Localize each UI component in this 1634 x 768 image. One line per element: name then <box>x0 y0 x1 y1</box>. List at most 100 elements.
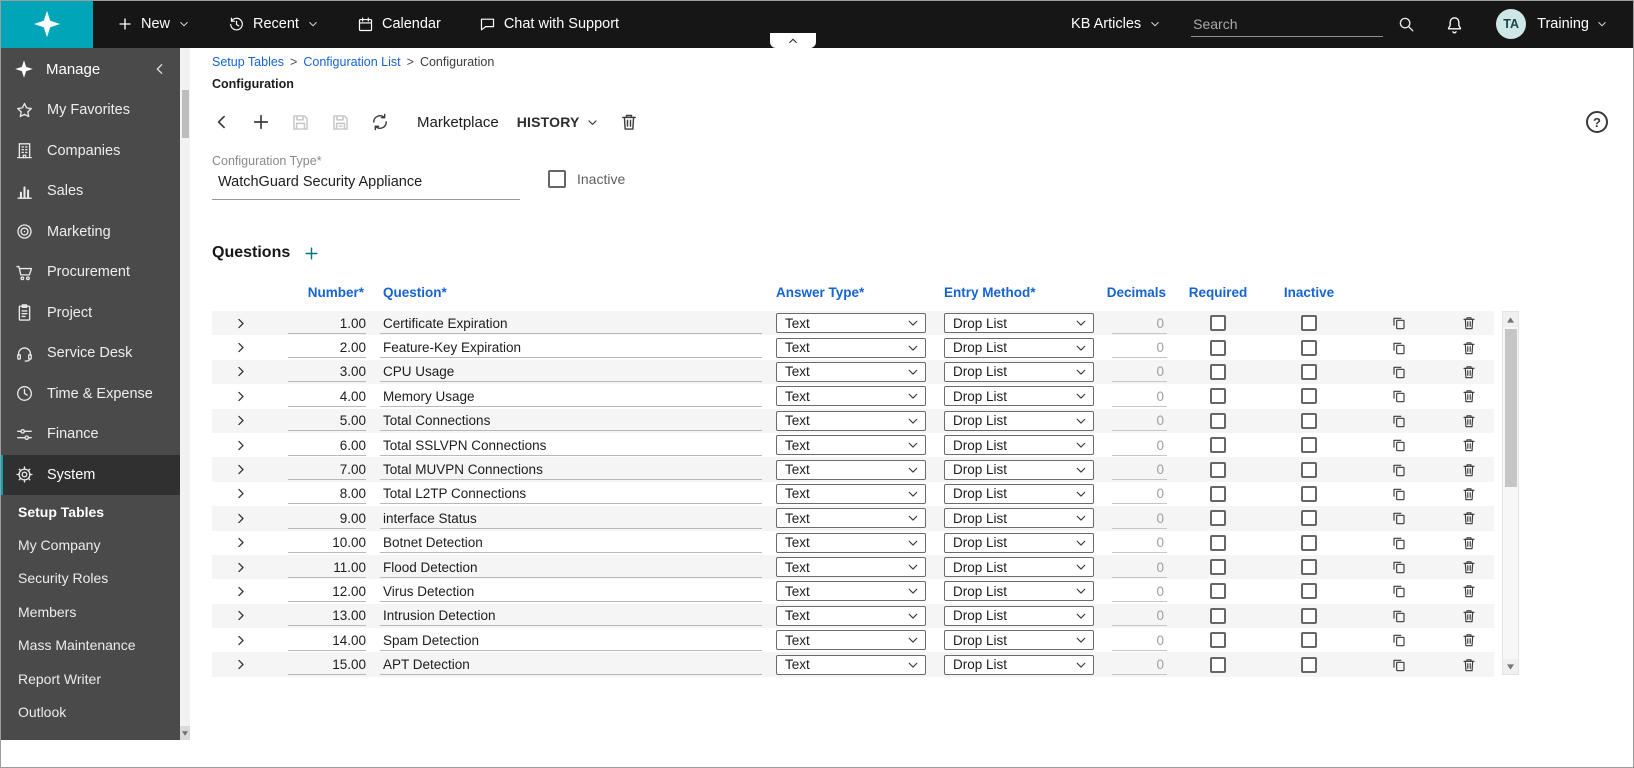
required-checkbox[interactable] <box>1210 437 1226 453</box>
answer-type-select[interactable]: Text <box>776 460 926 480</box>
question-field[interactable]: Total MUVPN Connections <box>380 459 762 480</box>
row-expand-button[interactable] <box>233 486 248 501</box>
entry-method-select[interactable]: Drop List <box>944 557 1094 577</box>
entry-method-select[interactable]: Drop List <box>944 386 1094 406</box>
number-field[interactable]: 9.00 <box>288 508 366 529</box>
sidebar-scroll-down-icon[interactable] <box>180 726 190 740</box>
decimals-field[interactable]: 0 <box>1112 483 1167 504</box>
decimals-field[interactable]: 0 <box>1112 508 1167 529</box>
delete-row-icon[interactable] <box>1461 608 1477 624</box>
answer-type-select[interactable]: Text <box>776 533 926 553</box>
add-question-button[interactable] <box>303 245 320 262</box>
row-inactive-checkbox[interactable] <box>1301 364 1317 380</box>
question-field[interactable]: Flood Detection <box>380 557 762 578</box>
decimals-field[interactable]: 0 <box>1112 605 1167 626</box>
number-field[interactable]: 3.00 <box>288 361 366 382</box>
sidebar-item-my-favorites[interactable]: My Favorites <box>0 90 180 131</box>
row-expand-button[interactable] <box>233 438 248 453</box>
app-logo[interactable] <box>0 0 93 48</box>
question-field[interactable]: Spam Detection <box>380 630 762 651</box>
delete-row-icon[interactable] <box>1461 632 1477 648</box>
required-checkbox[interactable] <box>1210 535 1226 551</box>
copy-icon[interactable] <box>1391 340 1407 356</box>
required-checkbox[interactable] <box>1210 510 1226 526</box>
copy-icon[interactable] <box>1391 510 1407 526</box>
answer-type-select[interactable]: Text <box>776 362 926 382</box>
decimals-field[interactable]: 0 <box>1112 410 1167 431</box>
account-menu-button[interactable]: Training <box>1537 16 1608 32</box>
row-expand-button[interactable] <box>233 340 248 355</box>
row-inactive-checkbox[interactable] <box>1301 657 1317 673</box>
answer-type-select[interactable]: Text <box>776 386 926 406</box>
save-button[interactable] <box>290 112 311 133</box>
required-checkbox[interactable] <box>1210 657 1226 673</box>
recent-menu-button[interactable]: Recent <box>228 16 319 33</box>
answer-type-select[interactable]: Text <box>776 508 926 528</box>
row-inactive-checkbox[interactable] <box>1301 510 1317 526</box>
table-scrollbar[interactable] <box>1502 311 1519 675</box>
number-field[interactable]: 13.00 <box>288 605 366 626</box>
decimals-field[interactable]: 0 <box>1112 337 1167 358</box>
required-checkbox[interactable] <box>1210 364 1226 380</box>
number-field[interactable]: 12.00 <box>288 581 366 602</box>
sidebar-subitem-setup-tables[interactable]: Setup Tables <box>0 495 180 528</box>
sidebar-item-finance[interactable]: Finance <box>0 414 180 455</box>
delete-row-icon[interactable] <box>1461 583 1477 599</box>
save-and-close-button[interactable] <box>330 112 351 133</box>
row-expand-button[interactable] <box>233 633 248 648</box>
answer-type-select[interactable]: Text <box>776 435 926 455</box>
entry-method-select[interactable]: Drop List <box>944 411 1094 431</box>
copy-icon[interactable] <box>1391 632 1407 648</box>
sidebar-header-manage[interactable]: Manage <box>0 48 180 90</box>
decimals-field[interactable]: 0 <box>1112 386 1167 407</box>
question-field[interactable]: Total Connections <box>380 410 762 431</box>
copy-icon[interactable] <box>1391 462 1407 478</box>
question-field[interactable]: Intrusion Detection <box>380 605 762 626</box>
notifications-bell-icon[interactable] <box>1445 15 1464 34</box>
sidebar-item-system[interactable]: System <box>0 455 180 496</box>
answer-type-select[interactable]: Text <box>776 581 926 601</box>
row-expand-button[interactable] <box>233 657 248 672</box>
question-field[interactable]: Total L2TP Connections <box>380 483 762 504</box>
answer-type-select[interactable]: Text <box>776 313 926 333</box>
decimals-field[interactable]: 0 <box>1112 313 1167 334</box>
kb-articles-menu-button[interactable]: KB Articles <box>1071 16 1161 32</box>
entry-method-select[interactable]: Drop List <box>944 435 1094 455</box>
required-checkbox[interactable] <box>1210 583 1226 599</box>
row-expand-button[interactable] <box>233 608 248 623</box>
number-field[interactable]: 8.00 <box>288 483 366 504</box>
entry-method-select[interactable]: Drop List <box>944 508 1094 528</box>
number-field[interactable]: 11.00 <box>288 557 366 578</box>
row-expand-button[interactable] <box>233 413 248 428</box>
question-field[interactable]: Certificate Expiration <box>380 313 762 334</box>
delete-row-icon[interactable] <box>1461 364 1477 380</box>
question-field[interactable]: Botnet Detection <box>380 532 762 553</box>
number-field[interactable]: 6.00 <box>288 435 366 456</box>
entry-method-select[interactable]: Drop List <box>944 313 1094 333</box>
row-expand-button[interactable] <box>233 316 248 331</box>
number-field[interactable]: 4.00 <box>288 386 366 407</box>
sidebar-item-project[interactable]: Project <box>0 293 180 334</box>
required-checkbox[interactable] <box>1210 462 1226 478</box>
chat-with-support-button[interactable]: Chat with Support <box>479 16 619 33</box>
question-field[interactable]: Total SSLVPN Connections <box>380 435 762 456</box>
delete-row-icon[interactable] <box>1461 535 1477 551</box>
decimals-field[interactable]: 0 <box>1112 435 1167 456</box>
number-field[interactable]: 5.00 <box>288 410 366 431</box>
row-inactive-checkbox[interactable] <box>1301 535 1317 551</box>
copy-icon[interactable] <box>1391 486 1407 502</box>
sidebar-item-time-expense[interactable]: Time & Expense <box>0 374 180 415</box>
sidebar-item-sales[interactable]: Sales <box>0 171 180 212</box>
copy-icon[interactable] <box>1391 364 1407 380</box>
calendar-button[interactable]: Calendar <box>357 16 441 33</box>
copy-icon[interactable] <box>1391 315 1407 331</box>
delete-row-icon[interactable] <box>1461 413 1477 429</box>
sidebar-item-service-desk[interactable]: Service Desk <box>0 333 180 374</box>
copy-icon[interactable] <box>1391 413 1407 429</box>
decimals-field[interactable]: 0 <box>1112 557 1167 578</box>
number-field[interactable]: 2.00 <box>288 337 366 358</box>
row-inactive-checkbox[interactable] <box>1301 340 1317 356</box>
required-checkbox[interactable] <box>1210 388 1226 404</box>
answer-type-select[interactable]: Text <box>776 606 926 626</box>
table-scrollbar-thumb[interactable] <box>1505 329 1517 487</box>
